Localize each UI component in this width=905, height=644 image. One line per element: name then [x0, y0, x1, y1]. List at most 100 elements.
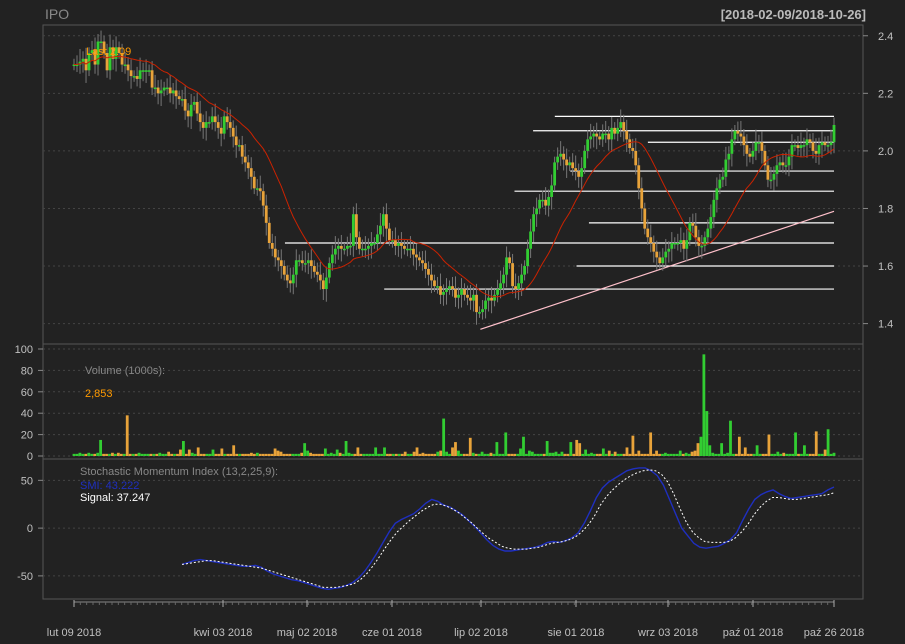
volume-bar [285, 453, 289, 456]
candle-down [415, 254, 418, 258]
volume-bar [377, 453, 380, 456]
volume-bar [300, 452, 304, 456]
volume-bar [309, 452, 312, 456]
volume-bar [131, 453, 135, 456]
candle-up [180, 99, 184, 101]
volume-bar [108, 453, 111, 456]
volume-bar [625, 447, 629, 456]
candle-up [778, 162, 782, 166]
volume-bar [96, 452, 100, 456]
candle-up [327, 263, 331, 278]
volume-bar [785, 453, 789, 456]
candle-down [177, 96, 181, 100]
candle-up [457, 294, 460, 298]
volume-bar [409, 453, 413, 456]
candle-up [189, 104, 193, 117]
volume-bar [383, 447, 386, 456]
candle-up [138, 70, 142, 79]
volume-bar [182, 441, 185, 456]
volume-bar [190, 452, 194, 456]
smi-tick-label: 50 [21, 475, 33, 487]
candle-up [832, 124, 836, 143]
volume-bar [699, 436, 703, 456]
candle-down [430, 274, 433, 281]
volume-bar [75, 453, 79, 456]
candle-down [490, 297, 493, 301]
candle-down [228, 122, 232, 128]
volume-bar [536, 453, 540, 456]
candle-down [285, 274, 289, 281]
volume-bar [566, 453, 570, 456]
volume-bar [720, 443, 724, 456]
volume-bar [424, 453, 428, 456]
candle-up [604, 133, 608, 136]
candle-down [649, 237, 653, 244]
volume-bar [823, 449, 827, 456]
volume-bar [613, 451, 617, 456]
volume-bar [199, 453, 203, 456]
candle-down [312, 266, 316, 272]
price-tick-label: 2.0 [878, 146, 893, 158]
candle-down [315, 271, 319, 275]
signal-legend: Signal: 37.247 [80, 492, 150, 504]
x-tick-label: sie 01 2018 [548, 627, 605, 639]
volume-bar [394, 453, 398, 456]
candle-down [655, 251, 659, 258]
volume-bar [832, 452, 836, 456]
candle-down [213, 116, 217, 123]
candle-down [574, 168, 578, 172]
candle-up [829, 142, 833, 146]
volume-bar [486, 453, 490, 456]
candle-up [294, 260, 298, 275]
volume-bar [252, 453, 256, 456]
volume-bar [705, 411, 709, 456]
candle-up [826, 145, 830, 147]
volume-bar [229, 453, 233, 456]
candle-down [577, 171, 581, 177]
candle-down [388, 228, 391, 241]
candle-up [330, 254, 334, 264]
volume-bar [516, 453, 519, 456]
volume-tick-label: 100 [15, 344, 33, 356]
candle-down [243, 156, 247, 163]
candle-down [421, 260, 424, 264]
candle-down [742, 136, 746, 146]
candle-up [487, 297, 490, 301]
candle-down [273, 248, 277, 258]
volume-bar [312, 453, 315, 456]
volume-bar [817, 453, 821, 456]
candle-down [466, 294, 469, 298]
volume-bar [805, 453, 809, 456]
candle-up [210, 116, 214, 123]
volume-bar [649, 432, 653, 456]
price-tick-label: 1.8 [878, 203, 893, 215]
volume-bar [167, 451, 171, 456]
candle-down [691, 222, 695, 226]
volume-bar [723, 453, 726, 456]
volume-bar [794, 432, 797, 456]
volume-bar [365, 453, 369, 456]
candle-up [817, 145, 821, 154]
volume-bar [542, 453, 546, 456]
volume-bar [214, 453, 218, 456]
volume-bar [528, 450, 531, 456]
candle-down [300, 260, 304, 264]
candle-down [625, 130, 629, 140]
volume-bar [587, 453, 590, 456]
candle-up [757, 142, 761, 144]
volume-bar [105, 453, 108, 456]
candle-up [580, 168, 584, 177]
volume-bar [779, 453, 783, 456]
volume-bar [764, 453, 768, 456]
candle-up [784, 165, 788, 167]
volume-bar [462, 453, 466, 456]
volume-bar [125, 415, 129, 456]
volume-bar [681, 453, 685, 456]
price-tick-label: 1.6 [878, 261, 893, 273]
volume-tick-label: 20 [21, 430, 33, 442]
smi-tick-label: 0 [27, 523, 33, 535]
candle-down [418, 257, 421, 261]
volume-tick-label: 60 [21, 387, 33, 399]
volume-bar [279, 451, 283, 456]
last-price-label: Last 2.09 [86, 46, 131, 58]
